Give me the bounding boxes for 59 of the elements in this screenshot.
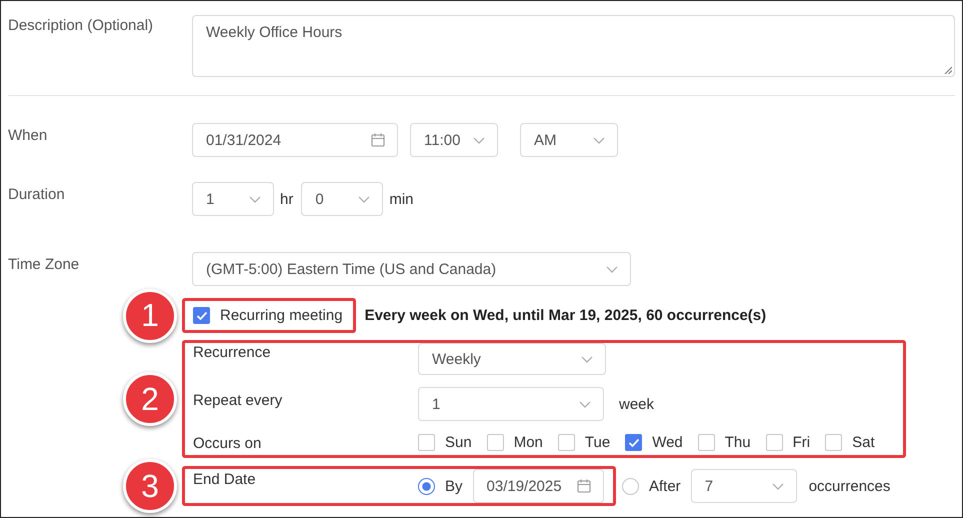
chevron-down-icon	[593, 136, 605, 144]
select-field[interactable]: AM	[520, 123, 618, 157]
chevron-down-icon	[772, 482, 784, 490]
checkbox[interactable]	[766, 434, 783, 451]
checkbox[interactable]	[193, 307, 210, 324]
field-label: Repeat every	[193, 392, 284, 408]
callout-badge: 3	[123, 459, 177, 513]
field-label: Duration	[8, 185, 66, 203]
field-label: End Date	[193, 471, 257, 488]
select-field[interactable]: 1	[192, 182, 274, 216]
chevron-down-icon	[581, 356, 593, 362]
description-field[interactable]: Weekly Office Hours	[192, 15, 955, 77]
calendar-icon	[576, 479, 591, 493]
day-label[interactable]: Wed	[652, 434, 683, 451]
field-label: Recurrence	[193, 343, 272, 361]
select-field[interactable]: 1	[418, 387, 604, 421]
calendar-icon	[371, 133, 385, 147]
field-label: Time Zone	[8, 255, 80, 273]
select-field[interactable]: (GMT-5:00) Eastern Time (US and Canada)	[192, 252, 631, 286]
unit-label: hr	[280, 190, 294, 208]
checkmark-icon	[628, 438, 640, 448]
date-field[interactable]: 03/19/2025	[472, 469, 604, 503]
unit-label: occurrences	[808, 478, 890, 494]
day-label[interactable]: Sun	[445, 434, 472, 451]
select-field[interactable]: 11:00	[410, 123, 498, 157]
checkbox[interactable]	[558, 434, 575, 451]
checkbox-label[interactable]: Recurring meeting	[220, 307, 343, 324]
checkbox[interactable]	[418, 434, 435, 451]
select-field[interactable]: 0	[301, 182, 384, 216]
unit-label: min	[389, 190, 414, 208]
checkbox[interactable]	[486, 434, 504, 451]
checkbox[interactable]	[698, 434, 715, 451]
field-label: Occurs on	[193, 434, 262, 452]
field-label: Description (Optional)	[8, 16, 154, 34]
unit-label: week	[619, 396, 654, 412]
recurrence-summary: Every week on Wed, until Mar 19, 2025, 60 occurrence(s)	[364, 307, 766, 324]
day-label[interactable]: Sat	[852, 434, 875, 451]
select-field[interactable]: 7	[690, 469, 797, 503]
callout-badge: 2	[123, 372, 177, 426]
chevron-down-icon	[358, 196, 370, 202]
radio-button[interactable]	[418, 478, 435, 494]
field-label: When	[8, 126, 48, 144]
resize-grip-icon	[944, 66, 952, 74]
radio-label[interactable]: After	[649, 478, 681, 494]
day-label[interactable]: Tue	[584, 434, 610, 451]
chevron-down-icon	[473, 136, 485, 144]
checkbox[interactable]	[825, 434, 842, 451]
day-label[interactable]: Mon	[514, 434, 543, 451]
chevron-down-icon	[579, 400, 591, 408]
chevron-down-icon	[606, 266, 618, 272]
checkbox[interactable]	[625, 434, 642, 451]
select-field[interactable]: Weekly	[418, 343, 606, 375]
date-field[interactable]: 01/31/2024	[192, 123, 398, 157]
chevron-down-icon	[249, 196, 261, 202]
day-label[interactable]: Thu	[724, 434, 751, 451]
radio-button[interactable]	[622, 478, 639, 494]
radio-label[interactable]: By	[445, 478, 463, 494]
day-label[interactable]: Fri	[792, 434, 810, 451]
checkmark-icon	[196, 310, 208, 320]
